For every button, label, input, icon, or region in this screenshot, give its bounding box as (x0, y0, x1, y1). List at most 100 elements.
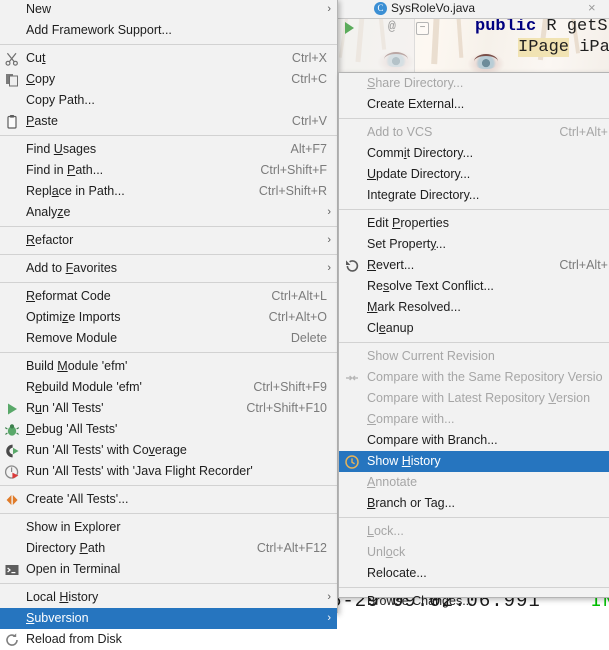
menu-item-run-all-tests-with-coverage[interactable]: Run 'All Tests' with Coverage (0, 440, 337, 461)
menu-item-directory-path[interactable]: Directory Path Ctrl+Alt+F12 (0, 538, 337, 559)
menu-item-label: Copy (26, 72, 56, 86)
menu-item-label: Add to VCS (367, 125, 433, 139)
menu-item-commit-directory[interactable]: Commit Directory... (339, 143, 609, 164)
menu-item-label: Edit Properties (367, 216, 449, 230)
history-icon (344, 454, 360, 470)
menu-item-label: Create External... (367, 97, 465, 111)
menu-item-label: Revert... (367, 258, 415, 272)
menu-item-edit-properties[interactable]: Edit Properties (339, 213, 609, 234)
menu-item-label: Rebuild Module 'efm' (26, 380, 142, 394)
menu-item-add-to-favorites[interactable]: Add to Favorites › (0, 258, 337, 279)
menu-item-label: New (26, 2, 52, 16)
menu-item-label: Optimize Imports (26, 310, 121, 324)
menu-item-update-directory[interactable]: Update Directory... (339, 164, 609, 185)
menu-item-shortcut: Ctrl+Shift+F9 (253, 380, 327, 394)
terminal-icon (4, 562, 20, 578)
menu-item-label: Show History (367, 454, 441, 468)
menu-item-reload-from-disk[interactable]: Reload from Disk (0, 629, 337, 650)
menu-item-label: Reload from Disk (26, 632, 122, 646)
menu-separator (0, 485, 337, 486)
menu-item-label: Resolve Text Conflict... (367, 279, 494, 293)
menu-item-branch-or-tag[interactable]: Branch or Tag... (339, 493, 609, 514)
menu-item-create-all-tests[interactable]: Create 'All Tests'... (0, 489, 337, 510)
menu-item-create-external[interactable]: Create External... (339, 94, 609, 115)
menu-item-copy[interactable]: Copy Ctrl+C (0, 69, 337, 90)
menu-item-set-property[interactable]: Set Property... (339, 234, 609, 255)
menu-item-label: Run 'All Tests' with 'Java Flight Record… (26, 464, 253, 478)
code-keyword: public (475, 17, 537, 36)
menu-item-add-framework-support[interactable]: Add Framework Support... (0, 20, 337, 41)
menu-item-share-directory: Share Directory... (339, 73, 609, 94)
menu-item-label: Annotate (367, 475, 418, 489)
menu-item-find-usages[interactable]: Find Usages Alt+F7 (0, 139, 337, 160)
menu-item-reformat-code[interactable]: Reformat Code Ctrl+Alt+L (0, 286, 337, 307)
menu-item-label: Run 'All Tests' (26, 401, 104, 415)
code-fold-icon[interactable]: − (416, 22, 429, 35)
chevron-right-icon: › (327, 206, 331, 218)
menu-item-label: Find in Path... (26, 163, 104, 177)
menu-item-shortcut: Ctrl+Alt+L (271, 289, 327, 303)
menu-item-compare-with: Compare with... (339, 409, 609, 430)
menu-item-mark-resolved[interactable]: Mark Resolved... (339, 297, 609, 318)
chevron-right-icon: › (327, 612, 331, 624)
menu-item-label: Open in Terminal (26, 562, 121, 576)
menu-item-label: Directory Path (26, 541, 106, 555)
run-gutter-icon[interactable] (345, 22, 354, 34)
project-view-context-menu[interactable]: New › Add Framework Support... Cut Ctrl+X Cop… (0, 0, 338, 646)
menu-item-rebuild-module-efm[interactable]: Rebuild Module 'efm' Ctrl+Shift+F9 (0, 377, 337, 398)
menu-item-label: Subversion (26, 611, 89, 625)
menu-item-browse-changes[interactable]: Browse Changes... (339, 591, 609, 612)
java-class-icon: C (374, 2, 387, 15)
menu-item-paste[interactable]: Paste Ctrl+V (0, 111, 337, 132)
code-line-2-rest: iPa (569, 38, 609, 57)
menu-item-label: Compare with the Same Repository Versio (367, 370, 603, 384)
menu-item-lock: Lock... (339, 521, 609, 542)
chevron-right-icon: › (327, 234, 331, 246)
menu-item-run-all-tests[interactable]: Run 'All Tests' Ctrl+Shift+F10 (0, 398, 337, 419)
menu-item-relocate[interactable]: Relocate... (339, 563, 609, 584)
subversion-submenu[interactable]: Share Directory... Create External... Add … (338, 72, 609, 608)
menu-separator (0, 282, 337, 283)
code-line-2: IPage iPa (518, 38, 609, 57)
close-icon[interactable]: × (588, 1, 601, 14)
menu-item-cleanup[interactable]: Cleanup (339, 318, 609, 339)
menu-item-replace-in-path[interactable]: Replace in Path... Ctrl+Shift+R (0, 181, 337, 202)
menu-item-compare-with-branch[interactable]: Compare with Branch... (339, 430, 609, 451)
menu-item-debug-all-tests[interactable]: Debug 'All Tests' (0, 419, 337, 440)
menu-item-unlock: Unlock (339, 542, 609, 563)
menu-item-open-in-terminal[interactable]: Open in Terminal (0, 559, 337, 580)
menu-item-resolve-text-conflict[interactable]: Resolve Text Conflict... (339, 276, 609, 297)
menu-item-optimize-imports[interactable]: Optimize Imports Ctrl+Alt+O (0, 307, 337, 328)
menu-separator (0, 135, 337, 136)
menu-item-show-in-explorer[interactable]: Show in Explorer (0, 517, 337, 538)
menu-item-refactor[interactable]: Refactor › (0, 230, 337, 251)
menu-separator (339, 587, 609, 588)
debug-icon (4, 422, 20, 438)
revert-icon (344, 258, 360, 274)
menu-item-find-in-path[interactable]: Find in Path... Ctrl+Shift+F (0, 160, 337, 181)
menu-item-label: Debug 'All Tests' (26, 422, 118, 436)
editor-tab-label[interactable]: SysRoleVo.java (391, 1, 475, 15)
menu-item-shortcut: Ctrl+Alt+ (559, 125, 608, 139)
menu-item-subversion[interactable]: Subversion › (0, 608, 337, 629)
menu-item-new[interactable]: New › (0, 0, 337, 20)
menu-item-label: Paste (26, 114, 58, 128)
menu-item-analyze[interactable]: Analyze › (0, 202, 337, 223)
menu-item-copy-path[interactable]: Copy Path... (0, 90, 337, 111)
menu-item-revert[interactable]: Revert... Ctrl+Alt+ (339, 255, 609, 276)
menu-item-integrate-directory[interactable]: Integrate Directory... (339, 185, 609, 206)
menu-item-show-history[interactable]: Show History (339, 451, 609, 472)
menu-separator (0, 513, 337, 514)
menu-item-shortcut: Ctrl+Shift+F (260, 163, 327, 177)
menu-item-remove-module[interactable]: Remove Module Delete (0, 328, 337, 349)
menu-item-label: Remove Module (26, 331, 118, 345)
annotation-at-glyph: @ (388, 19, 396, 34)
menu-item-label: Mark Resolved... (367, 300, 461, 314)
menu-item-build-module-efm[interactable]: Build Module 'efm' (0, 356, 337, 377)
menu-item-local-history[interactable]: Local History › (0, 587, 337, 608)
menu-item-label: Unlock (367, 545, 406, 559)
menu-item-label: Copy Path... (26, 93, 95, 107)
menu-separator (339, 517, 609, 518)
menu-item-cut[interactable]: Cut Ctrl+X (0, 48, 337, 69)
menu-item-run-all-tests-with-java-flight-recorder[interactable]: Run 'All Tests' with 'Java Flight Record… (0, 461, 337, 482)
